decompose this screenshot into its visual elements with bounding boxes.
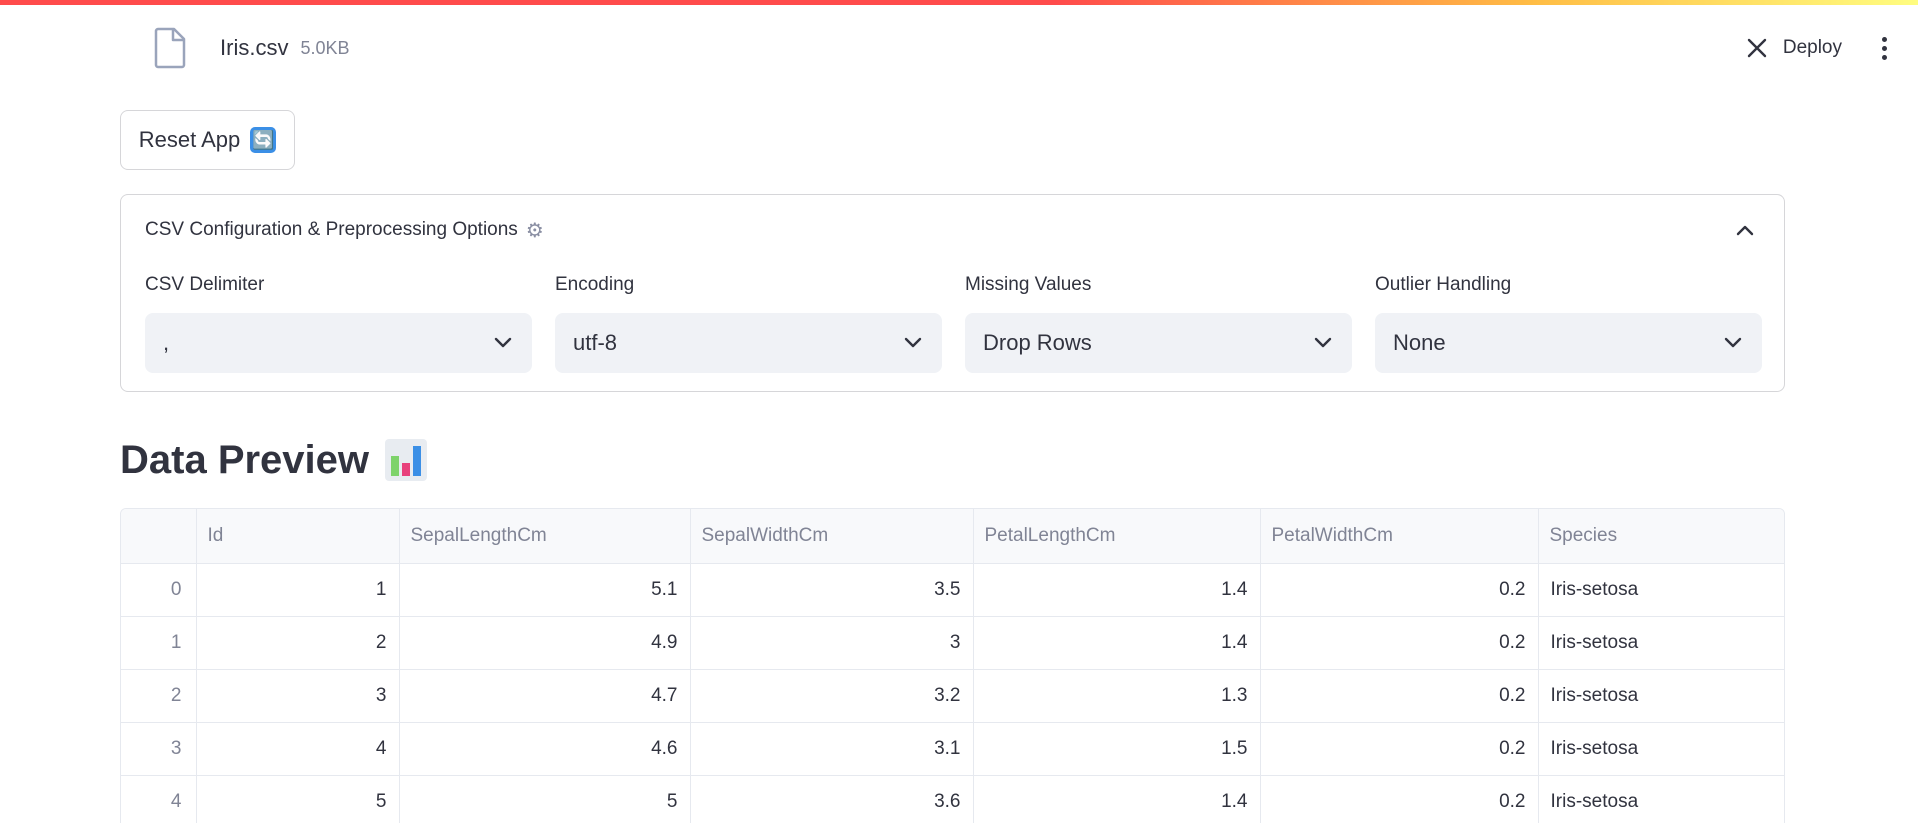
preview-title-text: Data Preview [120, 437, 370, 482]
table-cell[interactable]: 1.3 [973, 669, 1261, 723]
uploaded-file: Iris.csv 5.0KB [152, 27, 350, 69]
row-index: 1 [121, 616, 197, 670]
table-row: 0 1 5.1 3.5 1.4 0.2 Iris-setosa [121, 563, 1784, 617]
table-cell[interactable]: 4 [196, 722, 400, 776]
table-cell[interactable]: 0.2 [1260, 669, 1539, 723]
file-name: Iris.csv [220, 35, 289, 60]
csv-config-expander: CSV Configuration & Preprocessing Option… [120, 194, 1785, 392]
table-cell[interactable]: 4.9 [399, 616, 691, 670]
main-menu-icon[interactable] [1874, 28, 1894, 68]
csv-delimiter-select[interactable]: , [145, 313, 532, 373]
table-cell[interactable]: 4.7 [399, 669, 691, 723]
chevron-down-icon [904, 337, 922, 348]
table-cell[interactable]: 5 [399, 775, 691, 823]
select-value: Drop Rows [983, 330, 1092, 355]
table-row: 2 3 4.7 3.2 1.3 0.2 Iris-setosa [121, 669, 1784, 723]
select-value: , [163, 330, 170, 355]
missing-values-field: Missing Values Drop Rows [965, 271, 1352, 373]
table-cell[interactable]: 0.2 [1260, 722, 1539, 776]
outlier-handling-field: Outlier Handling None [1375, 271, 1762, 373]
chevron-up-icon[interactable] [1730, 215, 1760, 245]
table-cell[interactable]: 0.2 [1260, 563, 1539, 617]
table-cell[interactable]: 2 [196, 616, 400, 670]
expander-header[interactable]: CSV Configuration & Preprocessing Option… [145, 215, 544, 245]
table-cell[interactable]: 3 [196, 669, 400, 723]
select-value: utf-8 [573, 330, 618, 355]
header-actions: Deploy [1737, 28, 1894, 68]
close-icon[interactable] [1737, 28, 1777, 68]
table-row: 3 4 4.6 3.1 1.5 0.2 Iris-setosa [121, 722, 1784, 776]
table-cell[interactable]: 5 [196, 775, 400, 823]
file-icon [154, 27, 186, 69]
gear-icon: ⚙ [525, 218, 544, 242]
table-row: 4 5 5 3.6 1.4 0.2 Iris-setosa [121, 775, 1784, 823]
table-cell[interactable]: 4.6 [399, 722, 691, 776]
reset-app-button[interactable]: Reset App 🔄 [120, 110, 295, 170]
table-cell[interactable]: 0.2 [1260, 775, 1539, 823]
bar-chart-icon [385, 439, 428, 481]
chevron-down-icon [1314, 337, 1332, 348]
row-index: 0 [121, 563, 197, 617]
column-header-species[interactable]: Species [1538, 509, 1784, 564]
column-header-index [121, 509, 197, 564]
row-index: 3 [121, 722, 197, 776]
column-header-petal-width[interactable]: PetalWidthCm [1260, 509, 1539, 564]
encoding-field: Encoding utf-8 [555, 271, 942, 373]
table-cell[interactable]: 1.4 [973, 616, 1261, 670]
row-index: 2 [121, 669, 197, 723]
table-cell[interactable]: 3 [690, 616, 974, 670]
table-cell[interactable]: 0.2 [1260, 616, 1539, 670]
expander-title: CSV Configuration & Preprocessing Option… [145, 219, 518, 240]
field-label: CSV Delimiter [145, 274, 265, 295]
column-header-petal-length[interactable]: PetalLengthCm [973, 509, 1261, 564]
data-preview-table[interactable]: Id SepalLengthCm SepalWidthCm PetalLengt… [120, 508, 1785, 823]
reset-button-label: Reset App [138, 127, 241, 152]
refresh-icon: 🔄 [250, 127, 277, 153]
chevron-down-icon [1724, 337, 1742, 348]
table-cell[interactable]: Iris-setosa [1538, 775, 1784, 823]
table-cell[interactable]: 3.6 [690, 775, 974, 823]
chevron-down-icon [494, 337, 512, 348]
table-cell[interactable]: 5.1 [399, 563, 691, 617]
table-cell[interactable]: 3.2 [690, 669, 974, 723]
table-header-row: Id SepalLengthCm SepalWidthCm PetalLengt… [121, 509, 1784, 564]
missing-values-select[interactable]: Drop Rows [965, 313, 1352, 373]
table-cell[interactable]: 3.5 [690, 563, 974, 617]
encoding-select[interactable]: utf-8 [555, 313, 942, 373]
table-row: 1 2 4.9 3 1.4 0.2 Iris-setosa [121, 616, 1784, 670]
select-value: None [1393, 330, 1446, 355]
file-size: 5.0KB [300, 37, 350, 58]
page-title: Data Preview [120, 430, 428, 490]
top-decoration-stripe [0, 0, 1918, 5]
deploy-button[interactable]: Deploy [1783, 37, 1842, 59]
column-header-id[interactable]: Id [196, 509, 400, 564]
table-cell[interactable]: 1.4 [973, 563, 1261, 617]
field-label: Encoding [555, 274, 635, 295]
csv-delimiter-field: CSV Delimiter , [145, 271, 532, 373]
field-label: Outlier Handling [1375, 274, 1512, 295]
outlier-handling-select[interactable]: None [1375, 313, 1762, 373]
table-cell[interactable]: Iris-setosa [1538, 669, 1784, 723]
table-cell[interactable]: 1.5 [973, 722, 1261, 776]
table-cell[interactable]: Iris-setosa [1538, 722, 1784, 776]
field-label: Missing Values [965, 274, 1092, 295]
row-index: 4 [121, 775, 197, 823]
table-cell[interactable]: Iris-setosa [1538, 616, 1784, 670]
column-header-sepal-width[interactable]: SepalWidthCm [690, 509, 974, 564]
table-cell[interactable]: 1 [196, 563, 400, 617]
column-header-sepal-length[interactable]: SepalLengthCm [399, 509, 691, 564]
table-cell[interactable]: 1.4 [973, 775, 1261, 823]
table-cell[interactable]: Iris-setosa [1538, 563, 1784, 617]
table-cell[interactable]: 3.1 [690, 722, 974, 776]
